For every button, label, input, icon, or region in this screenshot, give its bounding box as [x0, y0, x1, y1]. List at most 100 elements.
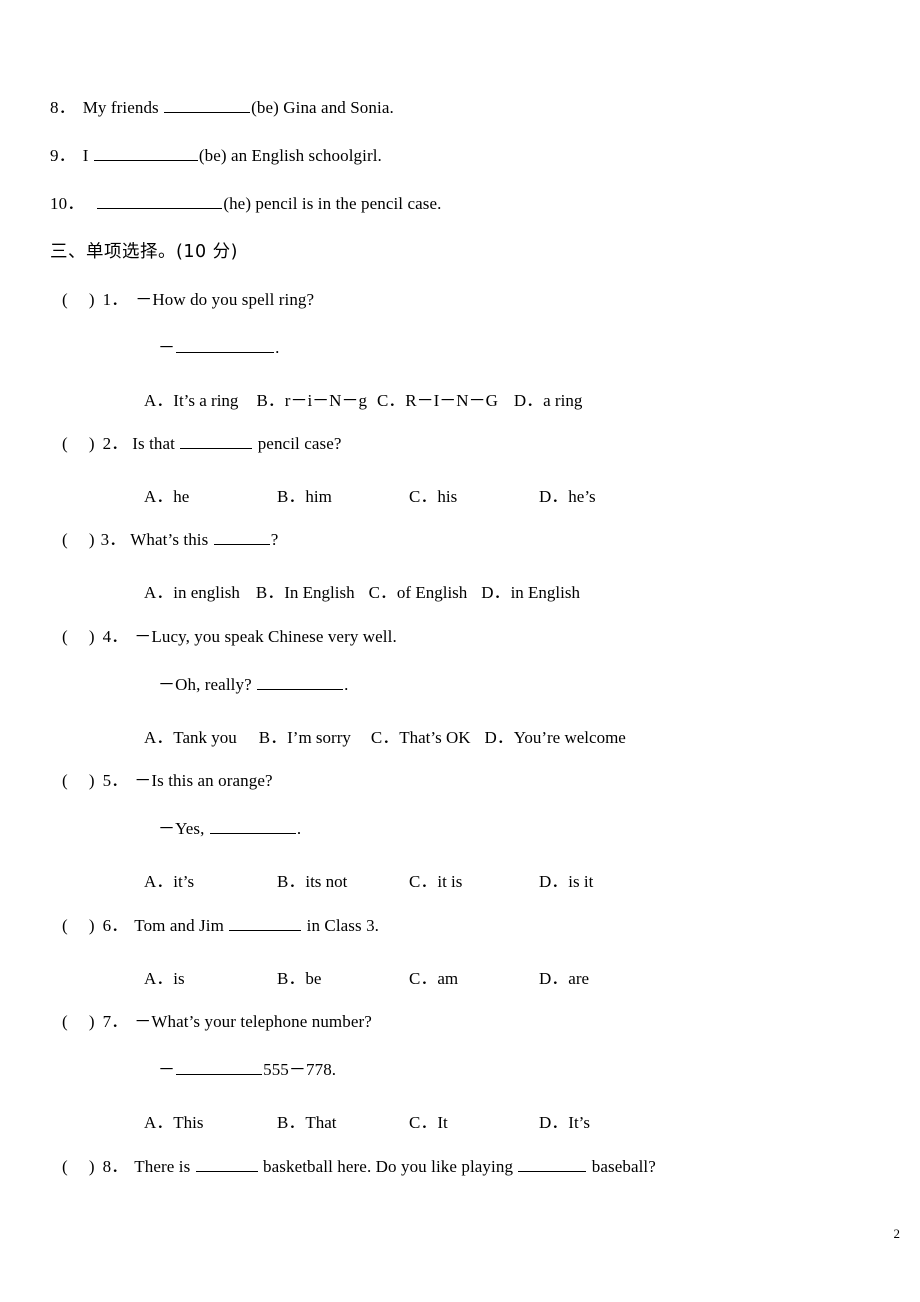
option-text: its not: [305, 872, 348, 891]
option-text: it is: [437, 872, 463, 891]
answer-blank[interactable]: [97, 194, 223, 209]
answer-bracket[interactable]: ( ): [62, 1012, 95, 1031]
answer-blank[interactable]: [257, 675, 344, 690]
stem-before: What’s this: [130, 530, 213, 549]
option-text: a ring: [543, 391, 583, 410]
option-b[interactable]: B．r－i－N－g: [256, 386, 367, 411]
answer-bracket[interactable]: ( ): [62, 627, 95, 646]
question-5-options: A．it’s B．its not C．it is D．is it: [144, 867, 593, 892]
option-d[interactable]: D．You’re welcome: [485, 723, 626, 748]
answer-blank[interactable]: [213, 530, 270, 545]
option-a[interactable]: A．it’s: [144, 867, 277, 892]
option-c[interactable]: C．It: [409, 1108, 539, 1133]
question-text: －Is this an orange?: [134, 771, 273, 790]
answer-blank[interactable]: [176, 338, 275, 353]
option-d[interactable]: D．in English: [481, 578, 580, 603]
option-c[interactable]: C．it is: [409, 867, 539, 892]
option-c[interactable]: C．his: [409, 482, 539, 507]
worksheet-page: 8． My friends (be) Gina and Sonia. 9． I (b…: [0, 0, 920, 1302]
item-number: 9．: [50, 146, 76, 165]
question-7-stem: ( ) 7． －What’s your telephone number?: [62, 1012, 372, 1032]
answer-blank[interactable]: [229, 916, 302, 931]
question-number: 2．: [102, 434, 129, 453]
option-label: C．: [376, 391, 406, 410]
option-label: D．: [481, 583, 511, 602]
stem-after: ?: [270, 530, 279, 549]
option-a[interactable]: A．Tank you: [144, 723, 237, 748]
option-text: am: [437, 969, 459, 988]
answer-blank-2[interactable]: [518, 1157, 587, 1172]
option-label: A．: [144, 728, 174, 747]
answer-blank[interactable]: [164, 98, 251, 113]
option-c[interactable]: C．am: [409, 964, 539, 989]
fill-in-item-10: 10． (he) pencil is in the pencil case.: [50, 194, 442, 214]
question-2-options: A．he B．him C．his D．he’s: [144, 482, 596, 507]
option-label: A．: [144, 583, 174, 602]
option-b[interactable]: B．In English: [256, 578, 355, 603]
question-number: 7．: [102, 1012, 129, 1031]
option-d[interactable]: D．is it: [539, 867, 593, 892]
answer-blank[interactable]: [93, 146, 198, 161]
option-text: is it: [568, 872, 594, 891]
option-label: C．: [409, 872, 438, 891]
question-7-options: A．This B．That C．It D．It’s: [144, 1108, 590, 1133]
answer-blank[interactable]: [209, 819, 296, 834]
option-label: C．: [409, 1113, 438, 1132]
option-d[interactable]: D．It’s: [539, 1108, 590, 1133]
answer-bracket[interactable]: ( ): [62, 771, 95, 790]
answer-bracket[interactable]: ( ): [62, 290, 95, 309]
option-text: in english: [173, 583, 240, 602]
option-label: C．: [409, 487, 438, 506]
option-a[interactable]: A．It’s a ring: [144, 386, 238, 411]
answer-blank[interactable]: [180, 434, 253, 449]
option-label: B．: [258, 728, 288, 747]
option-d[interactable]: D．are: [539, 964, 589, 989]
option-label: D．: [484, 728, 514, 747]
question-1-options: A．It’s a ring B．r－i－N－g C．R－I－N－G D．a ring: [144, 386, 600, 411]
option-a[interactable]: A．This: [144, 1108, 277, 1133]
fill-in-item-8: 8． My friends (be) Gina and Sonia.: [50, 98, 394, 118]
option-a[interactable]: A．he: [144, 482, 277, 507]
question-2-stem: ( ) 2． Is that pencil case?: [62, 434, 342, 454]
option-b[interactable]: B．its not: [277, 867, 409, 892]
option-label: A．: [144, 487, 174, 506]
option-b[interactable]: B．I’m sorry: [259, 723, 351, 748]
option-label: B．: [256, 391, 285, 410]
option-b[interactable]: B．That: [277, 1108, 409, 1133]
option-d[interactable]: D．a ring: [514, 386, 582, 411]
option-a[interactable]: A．is: [144, 964, 277, 989]
answer-bracket[interactable]: ( ): [62, 434, 95, 453]
option-b[interactable]: B．be: [277, 964, 409, 989]
dialogue-dash: －: [158, 338, 176, 357]
answer-bracket[interactable]: ( ): [62, 916, 95, 935]
option-label: A．: [144, 391, 174, 410]
option-text: In English: [284, 583, 355, 602]
option-c[interactable]: C．R－I－N－G: [377, 386, 498, 411]
option-text: It’s: [568, 1113, 591, 1132]
question-number: 6．: [102, 916, 129, 935]
question-number: 5．: [102, 771, 129, 790]
option-b[interactable]: B．him: [277, 482, 409, 507]
question-4-stem: ( ) 4． －Lucy, you speak Chinese very well.: [62, 627, 397, 647]
option-label: D．: [513, 391, 544, 410]
question-6-stem: ( ) 6． Tom and Jim in Class 3.: [62, 916, 379, 936]
option-d[interactable]: D．he’s: [539, 482, 596, 507]
option-c[interactable]: C．That’s OK: [371, 723, 471, 748]
answer-bracket[interactable]: ( ): [62, 1157, 95, 1176]
option-text: are: [568, 969, 590, 988]
option-text: That’s OK: [399, 728, 471, 747]
option-text: r－i－N－g: [284, 391, 367, 410]
answer-blank-1[interactable]: [195, 1157, 258, 1172]
option-label: A．: [144, 1113, 174, 1132]
answer-blank[interactable]: [176, 1060, 263, 1075]
dialogue-dash: －: [158, 1060, 176, 1079]
option-label: B．: [277, 872, 306, 891]
question-6-options: A．is B．be C．am D．are: [144, 964, 589, 989]
question-number: 4．: [102, 627, 129, 646]
option-c[interactable]: C．of English: [369, 578, 468, 603]
option-text: Tank you: [173, 728, 237, 747]
answer-bracket[interactable]: ( ): [62, 530, 95, 549]
question-text: －What’s your telephone number?: [134, 1012, 372, 1031]
question-8-stem: ( ) 8． There is basketball here. Do you li…: [62, 1157, 656, 1177]
option-a[interactable]: A．in english: [144, 578, 240, 603]
